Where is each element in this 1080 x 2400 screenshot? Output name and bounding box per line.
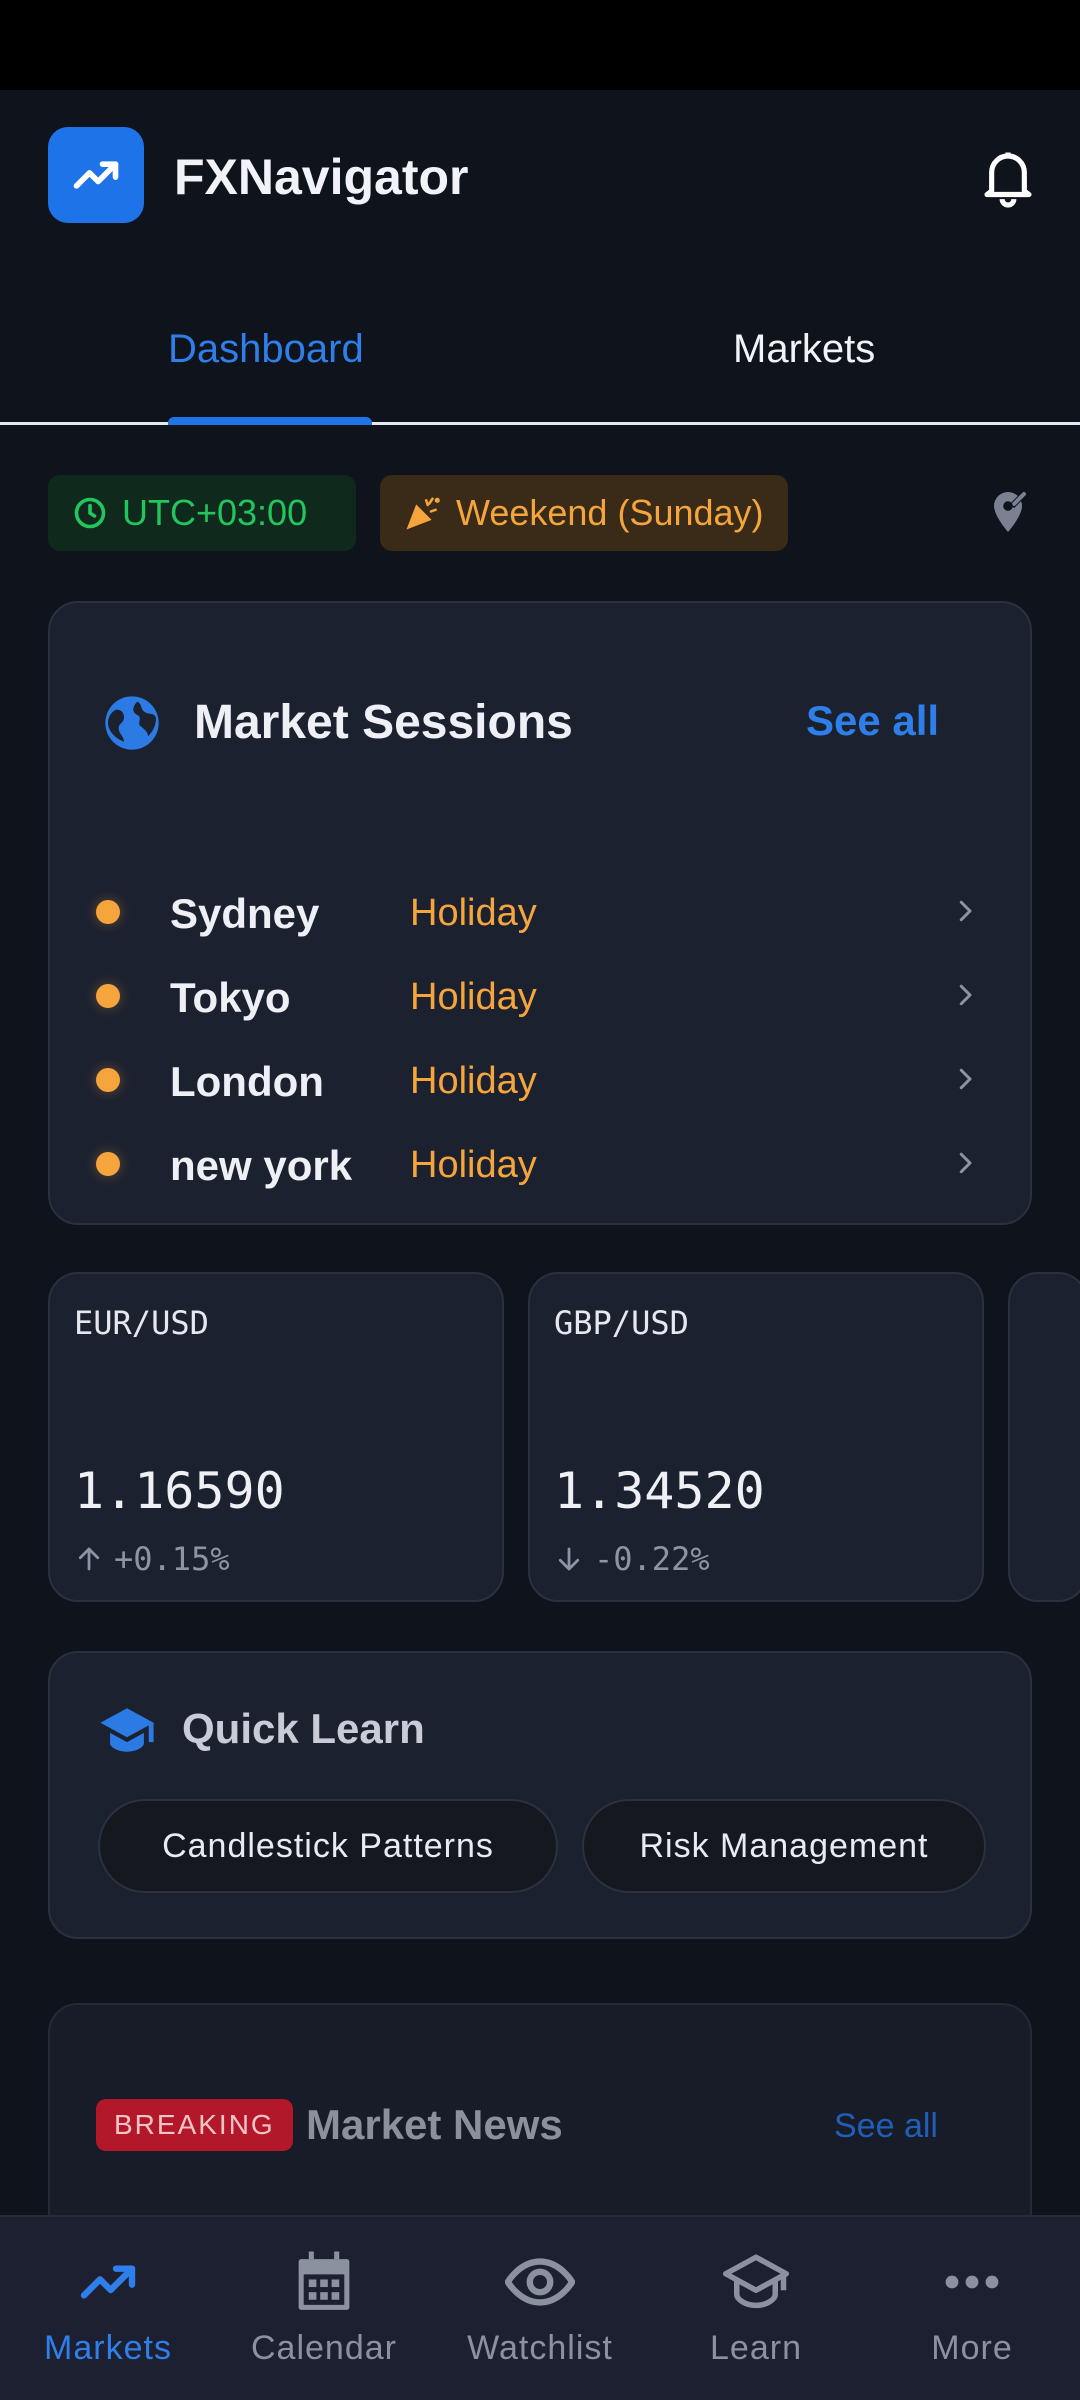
tab-dashboard[interactable]: Dashboard — [168, 327, 364, 372]
breaking-badge: BREAKING — [96, 2099, 293, 2151]
tab-indicator — [168, 417, 372, 425]
sessions-title: Market Sessions — [194, 696, 573, 749]
session-status: Holiday — [410, 1060, 537, 1102]
calendar-icon — [298, 2251, 350, 2310]
location-check-icon[interactable] — [984, 488, 1032, 536]
status-dot — [96, 900, 120, 924]
session-name: new york — [170, 1142, 353, 1189]
timezone-label: UTC+03:00 — [122, 492, 308, 533]
quick-learn-card: Quick Learn Candlestick Patterns Risk Ma… — [48, 1651, 1032, 1939]
nav-label: Learn — [710, 2329, 802, 2367]
trending-up-icon — [73, 161, 119, 189]
nav-markets[interactable]: Markets — [0, 2217, 216, 2400]
notifications-button[interactable] — [976, 142, 1040, 212]
tab-markets[interactable]: Markets — [733, 327, 875, 372]
pair-name: GBP/USD — [554, 1304, 689, 1342]
app-title: FXNavigator — [174, 149, 469, 205]
pair-price: 1.34520 — [554, 1462, 765, 1520]
pair-price: 1.16590 — [74, 1462, 285, 1520]
session-name: Sydney — [170, 890, 320, 937]
chevron-right-icon — [959, 1068, 972, 1090]
party-popper-icon — [404, 494, 442, 532]
nav-watchlist[interactable]: Watchlist — [432, 2217, 648, 2400]
pair-name: EUR/USD — [74, 1304, 209, 1342]
graduation-cap-icon — [100, 1708, 154, 1752]
globe-icon — [105, 696, 159, 750]
session-row-new-york[interactable]: new york Holiday — [50, 1122, 1034, 1206]
arrow-down-icon — [558, 1547, 580, 1571]
session-status: Holiday — [410, 892, 537, 934]
pair-card-gbp-usd[interactable]: GBP/USD 1.34520 -0.22% — [528, 1272, 984, 1602]
bell-icon — [984, 152, 1032, 208]
status-bar — [0, 0, 1080, 90]
pair-change-value: +0.15% — [114, 1540, 230, 1578]
session-status: Holiday — [410, 976, 537, 1018]
pair-card-peek[interactable] — [1008, 1272, 1080, 1602]
more-dots-icon — [945, 2275, 999, 2289]
arrow-up-icon — [78, 1547, 100, 1571]
eye-icon — [505, 2258, 575, 2306]
graduation-cap-icon — [723, 2254, 789, 2309]
chevron-right-icon — [959, 900, 972, 922]
app-logo — [48, 127, 144, 223]
chevron-right-icon — [959, 1152, 972, 1174]
session-row-sydney[interactable]: Sydney Holiday — [50, 870, 1034, 954]
session-name: Tokyo — [170, 974, 291, 1021]
session-row-london[interactable]: London Holiday — [50, 1038, 1034, 1122]
market-status-chip: Weekend (Sunday) — [380, 475, 788, 551]
nav-calendar[interactable]: Calendar — [216, 2217, 432, 2400]
session-row-tokyo[interactable]: Tokyo Holiday — [50, 954, 1034, 1038]
sessions-see-all-link[interactable]: See all — [806, 697, 939, 745]
nav-label: More — [931, 2329, 1013, 2367]
timezone-chip[interactable]: UTC+03:00 — [48, 475, 356, 551]
status-dot — [96, 1152, 120, 1176]
market-status-label: Weekend (Sunday) — [456, 492, 764, 533]
news-see-all-link[interactable]: See all — [834, 2107, 938, 2146]
clock-icon — [72, 495, 108, 531]
market-sessions-card: Market Sessions See all Sydney Holiday T… — [48, 601, 1032, 1225]
status-dot — [96, 984, 120, 1008]
bottom-navigation: Markets Calendar Watchlist Learn More — [0, 2215, 1080, 2400]
session-status: Holiday — [410, 1144, 537, 1186]
topic-risk-management[interactable]: Risk Management — [582, 1799, 986, 1893]
chevron-right-icon — [959, 984, 972, 1006]
tab-bar: Dashboard Markets — [0, 265, 1080, 425]
pair-change-value: -0.22% — [594, 1540, 710, 1578]
nav-more[interactable]: More — [864, 2217, 1080, 2400]
status-dot — [96, 1068, 120, 1092]
pair-change: -0.22% — [554, 1540, 710, 1578]
news-title: Market News — [306, 2101, 563, 2148]
app-bar: FXNavigator — [0, 90, 1080, 265]
nav-label: Markets — [44, 2329, 172, 2367]
pair-change: +0.15% — [74, 1540, 230, 1578]
nav-label: Watchlist — [467, 2329, 613, 2367]
trending-up-icon — [80, 2265, 136, 2299]
topic-candlestick-patterns[interactable]: Candlestick Patterns — [98, 1799, 558, 1893]
pair-card-eur-usd[interactable]: EUR/USD 1.16590 +0.15% — [48, 1272, 504, 1602]
quick-learn-title: Quick Learn — [182, 1705, 425, 1752]
nav-label: Calendar — [251, 2329, 397, 2367]
nav-learn[interactable]: Learn — [648, 2217, 864, 2400]
session-name: London — [170, 1058, 324, 1105]
